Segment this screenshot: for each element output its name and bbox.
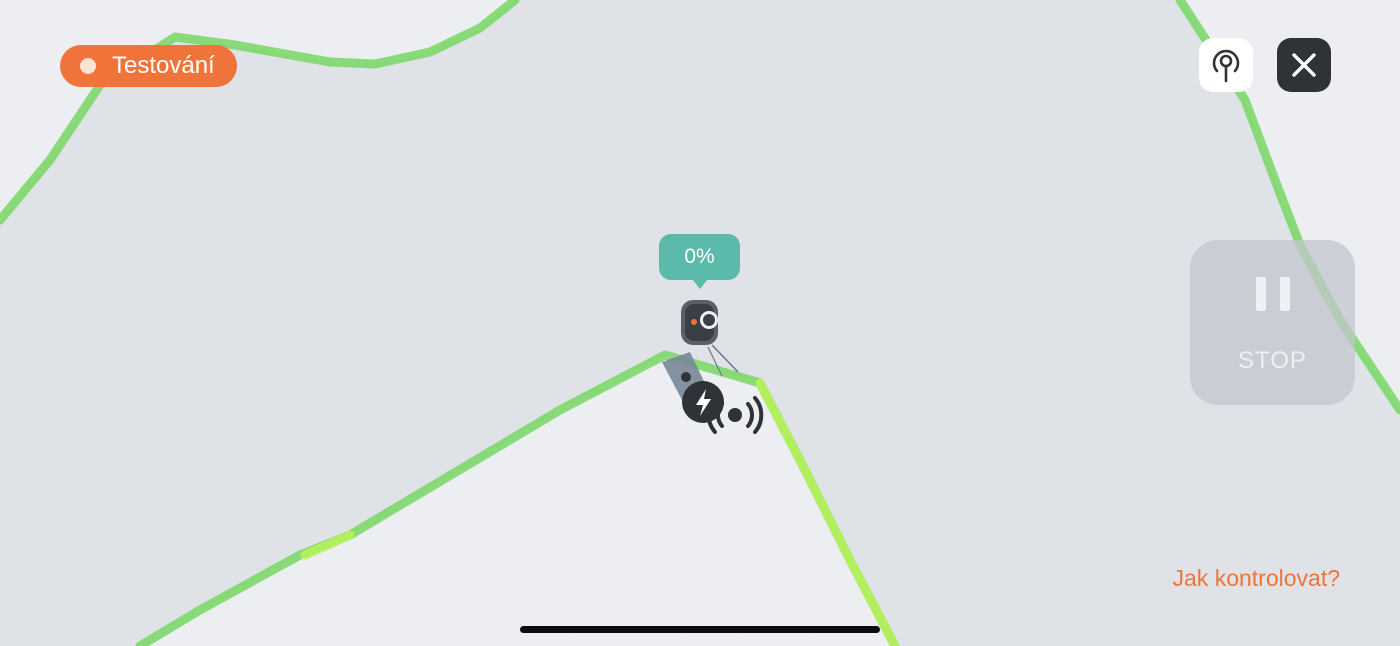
signal-button[interactable] bbox=[1199, 38, 1253, 92]
progress-label: 0% bbox=[684, 245, 715, 268]
close-icon bbox=[1292, 53, 1316, 77]
close-button[interactable] bbox=[1277, 38, 1331, 92]
home-indicator[interactable] bbox=[520, 626, 880, 633]
robot-mower-icon[interactable] bbox=[681, 300, 718, 345]
status-badge: Testování bbox=[60, 45, 237, 87]
status-label: Testování bbox=[112, 52, 215, 79]
help-link[interactable]: Jak kontrolovat? bbox=[1173, 565, 1340, 592]
stop-label: STOP bbox=[1238, 346, 1307, 374]
signal-antenna-icon bbox=[1212, 49, 1240, 83]
path-dot bbox=[681, 372, 691, 382]
stop-button[interactable]: STOP bbox=[1190, 240, 1355, 405]
progress-bubble: 0% bbox=[659, 234, 740, 289]
pause-icon bbox=[1255, 276, 1290, 311]
status-dot-icon bbox=[80, 58, 96, 74]
